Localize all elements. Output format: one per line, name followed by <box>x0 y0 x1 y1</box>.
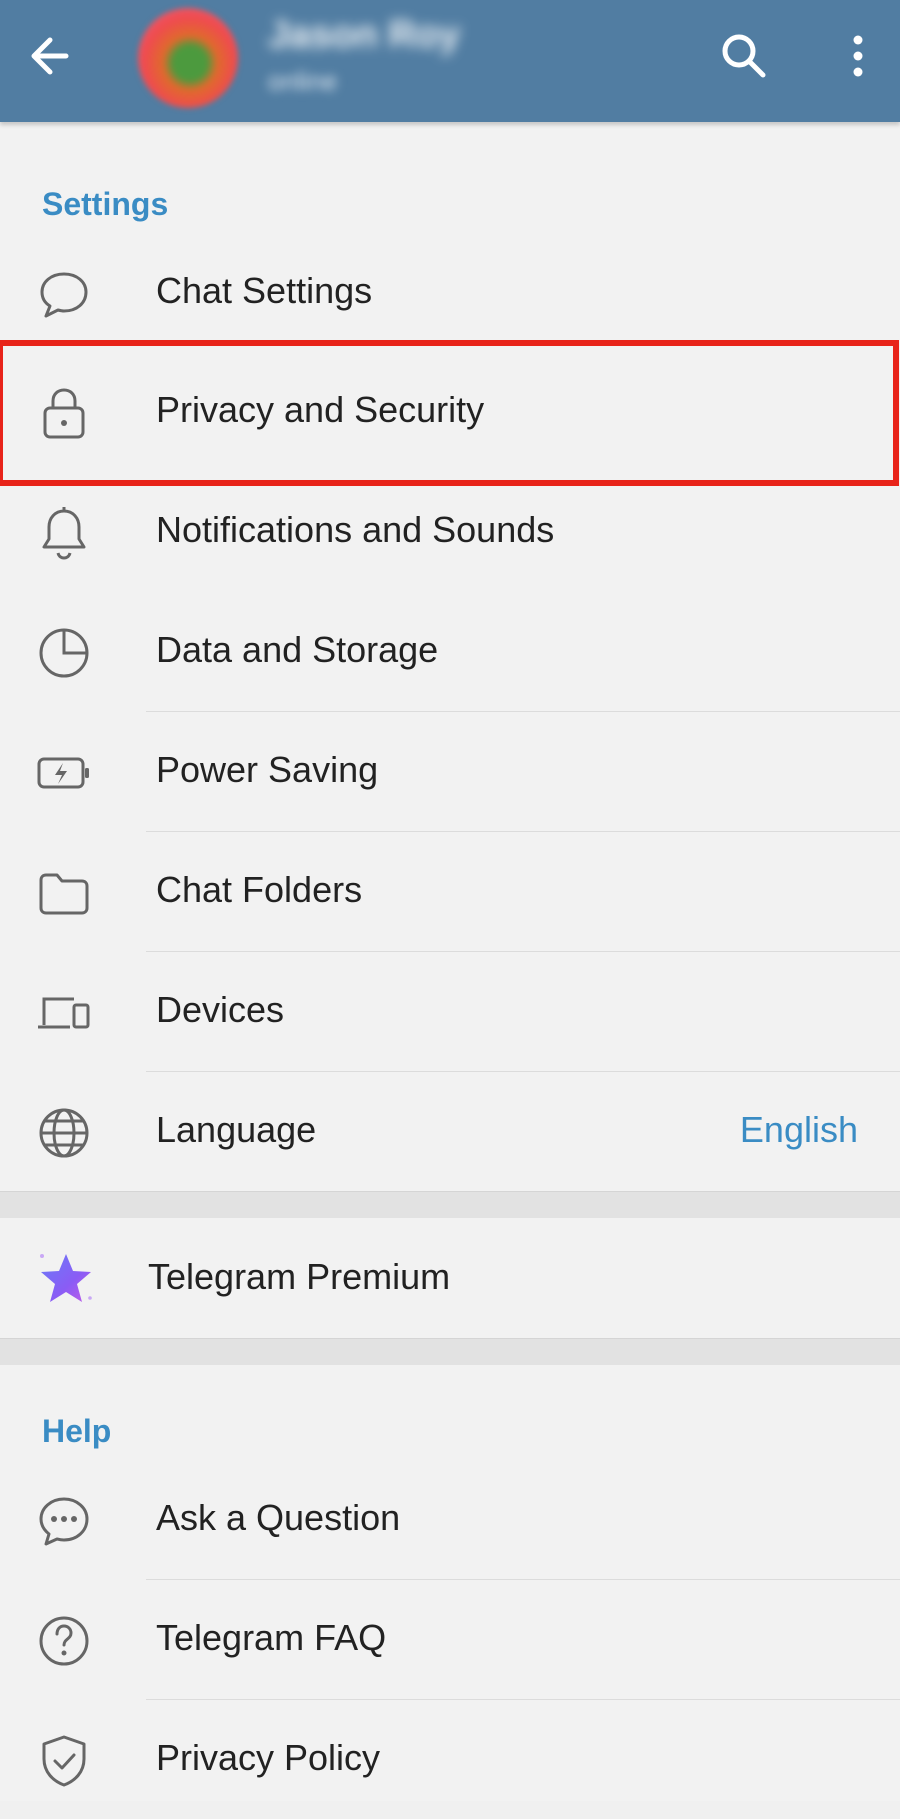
shield-check-icon <box>36 1733 92 1789</box>
app-bar: Jason Roy online <box>0 0 900 122</box>
premium-section: Telegram Premium <box>0 1218 900 1338</box>
language-value: English <box>739 1109 858 1150</box>
settings-item-label: Chat Folders <box>156 869 363 910</box>
telegram-premium-label: Telegram Premium <box>148 1256 451 1297</box>
help-item-label: Privacy Policy <box>156 1737 381 1778</box>
question-circle-icon <box>36 1613 92 1669</box>
folder-icon <box>36 865 92 921</box>
settings-item-label: Privacy and Security <box>156 389 485 430</box>
help-item-faq[interactable]: Telegram FAQ <box>0 1579 900 1699</box>
more-vertical-icon[interactable] <box>838 30 878 82</box>
telegram-premium-item[interactable]: Telegram Premium <box>0 1218 900 1338</box>
settings-item-label: Data and Storage <box>156 629 439 670</box>
settings-item-data-storage[interactable]: Data and Storage <box>0 591 900 711</box>
settings-item-chat-folders[interactable]: Chat Folders <box>0 831 900 951</box>
section-header-settings: Settings <box>42 186 169 222</box>
section-gap <box>0 1338 900 1366</box>
settings-item-label: Chat Settings <box>156 270 373 311</box>
globe-icon <box>36 1105 92 1161</box>
help-item-label: Ask a Question <box>156 1497 401 1538</box>
avatar[interactable] <box>138 8 238 108</box>
arrow-left-icon[interactable] <box>22 28 78 84</box>
settings-item-label: Devices <box>156 989 285 1030</box>
help-item-label: Telegram FAQ <box>156 1617 387 1658</box>
chat-bubble-icon <box>36 266 92 322</box>
pie-chart-icon <box>36 625 92 681</box>
settings-section: Settings Chat Settings Privacy and Secur… <box>0 122 900 1191</box>
help-item-ask-question[interactable]: Ask a Question <box>0 1459 900 1579</box>
user-status: online <box>268 66 338 96</box>
section-gap <box>0 1191 900 1219</box>
battery-icon <box>36 745 92 801</box>
user-name: Jason Roy <box>268 14 461 56</box>
search-icon[interactable] <box>718 30 770 82</box>
chat-dots-icon <box>36 1493 92 1549</box>
bell-icon <box>36 505 92 561</box>
settings-item-label: Power Saving <box>156 749 379 790</box>
settings-item-power-saving[interactable]: Power Saving <box>0 711 900 831</box>
help-section: Help Ask a Question Telegram FAQ Privacy… <box>0 1365 900 1801</box>
settings-item-label: Notifications and Sounds <box>156 509 555 550</box>
settings-item-notifications[interactable]: Notifications and Sounds <box>0 471 900 591</box>
settings-item-chat-settings[interactable]: Chat Settings <box>0 232 900 352</box>
premium-star-icon <box>34 1248 98 1312</box>
settings-item-language[interactable]: Language English <box>0 1071 900 1191</box>
settings-item-privacy-security[interactable]: Privacy and Security <box>0 351 900 471</box>
lock-icon <box>36 385 92 441</box>
section-header-help: Help <box>42 1413 112 1449</box>
settings-item-label: Language <box>156 1109 317 1150</box>
help-item-privacy-policy[interactable]: Privacy Policy <box>0 1699 900 1819</box>
settings-item-devices[interactable]: Devices <box>0 951 900 1071</box>
devices-icon <box>36 985 92 1041</box>
